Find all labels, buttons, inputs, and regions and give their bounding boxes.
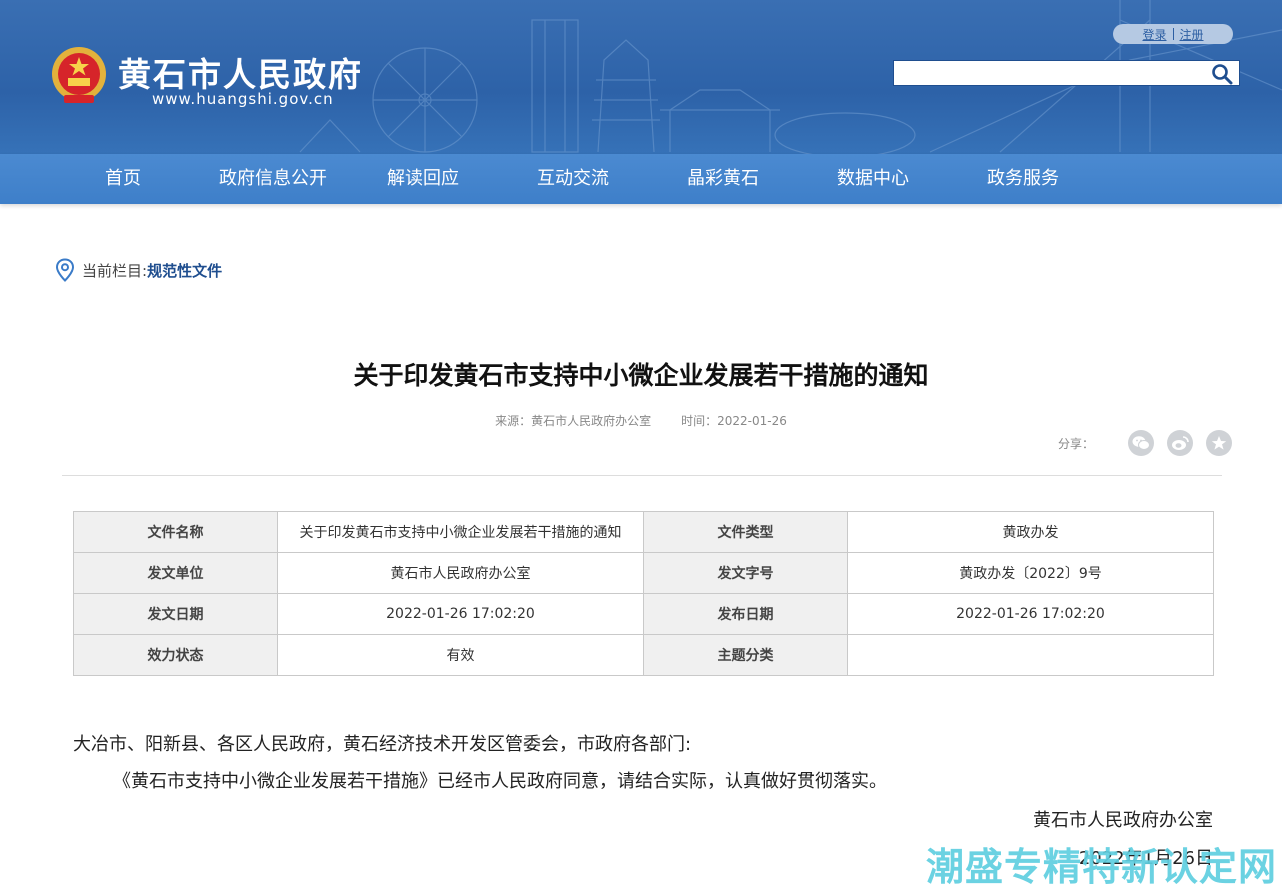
- nav-item-data-center[interactable]: 数据中心: [837, 154, 909, 204]
- table-key-cell: 发文单位: [73, 552, 278, 594]
- nav-item-services[interactable]: 政务服务: [987, 154, 1059, 204]
- document-info-table: 文件名称 关于印发黄石市支持中小微企业发展若干措施的通知 文件类型 黄政办发 发…: [73, 511, 1214, 676]
- article-title: 关于印发黄石市支持中小微企业发展若干措施的通知: [353, 361, 929, 390]
- table-key-cell: 发文日期: [73, 593, 278, 635]
- nav-item-huangshi[interactable]: 晶彩黄石: [687, 154, 759, 204]
- watermark: 潮盛专精特新认定网: [926, 845, 1278, 889]
- table-value-cell: 有效: [277, 634, 644, 676]
- favorite-star-icon: [1211, 436, 1227, 450]
- search-box: [893, 60, 1240, 86]
- location-pin-icon: [55, 258, 75, 282]
- auth-divider: [1172, 28, 1174, 40]
- table-key-cell: 主题分类: [643, 634, 848, 676]
- national-emblem-logo: [52, 47, 106, 103]
- table-value-cell: 2022-01-26 17:02:20: [277, 593, 644, 635]
- body-paragraph: 《黄石市支持中小微企业发展若干措施》已经市人民政府同意，请结合实际，认真做好贯彻…: [113, 771, 887, 792]
- site-title[interactable]: 黄石市人民政府: [118, 48, 363, 96]
- weibo-share-button[interactable]: [1167, 430, 1194, 456]
- article-source: 来源：黄石市人民政府办公室: [495, 414, 652, 428]
- table-key-cell: 发布日期: [643, 593, 848, 635]
- auth-links: 登录 注册: [1113, 24, 1233, 44]
- table-value-cell: 关于印发黄石市支持中小微企业发展若干措施的通知: [277, 511, 644, 553]
- table-value-cell: 黄政办发: [847, 511, 1214, 553]
- table-value-cell: 黄政办发〔2022〕9号: [847, 552, 1214, 594]
- breadcrumb-current[interactable]: 规范性文件: [147, 260, 222, 281]
- table-key-cell: 效力状态: [73, 634, 278, 676]
- nav-item-interaction[interactable]: 互动交流: [537, 154, 609, 204]
- header-divider: [62, 475, 1222, 476]
- search-icon[interactable]: [1211, 63, 1233, 85]
- table-value-cell: [847, 634, 1214, 676]
- search-input[interactable]: [894, 61, 1204, 85]
- site-url: www.huangshi.gov.cn: [152, 90, 334, 108]
- nav-item-interpretation[interactable]: 解读回应: [387, 154, 459, 204]
- breadcrumb: 当前栏目: 规范性文件: [55, 257, 222, 283]
- table-row: 发文日期 2022-01-26 17:02:20 发布日期 2022-01-26…: [73, 593, 1214, 635]
- article-meta: 来源：黄石市人民政府办公室 时间：2022-01-26: [0, 412, 1282, 429]
- article-time: 时间：2022-01-26: [681, 414, 787, 428]
- login-link[interactable]: 登录: [1142, 26, 1166, 43]
- share-label: 分享：: [1058, 436, 1095, 451]
- signature-org: 黄石市人民政府办公室: [1033, 810, 1213, 831]
- table-value-cell: 2022-01-26 17:02:20: [847, 593, 1214, 635]
- table-key-cell: 文件名称: [73, 511, 278, 553]
- nav-item-gov-info[interactable]: 政府信息公开: [219, 154, 327, 204]
- table-row: 文件名称 关于印发黄石市支持中小微企业发展若干措施的通知 文件类型 黄政办发: [73, 511, 1214, 553]
- wechat-share-button[interactable]: [1128, 430, 1155, 456]
- share-bar: 分享：: [1058, 430, 1233, 456]
- site-header: 黄石市人民政府 www.huangshi.gov.cn 登录 注册: [0, 0, 1282, 154]
- salutation: 大冶市、阳新县、各区人民政府，黄石经济技术开发区管委会，市政府各部门:: [73, 734, 692, 755]
- nav-item-home[interactable]: 首页: [105, 154, 141, 204]
- table-row: 效力状态 有效 主题分类: [73, 634, 1214, 676]
- table-key-cell: 文件类型: [643, 511, 848, 553]
- table-row: 发文单位 黄石市人民政府办公室 发文字号 黄政办发〔2022〕9号: [73, 552, 1214, 594]
- wechat-icon: [1132, 436, 1151, 450]
- register-link[interactable]: 注册: [1180, 26, 1204, 43]
- main-nav: 首页 政府信息公开 解读回应 互动交流 晶彩黄石 数据中心 政务服务: [0, 154, 1282, 204]
- weibo-icon: [1172, 436, 1189, 450]
- table-key-cell: 发文字号: [643, 552, 848, 594]
- table-value-cell: 黄石市人民政府办公室: [277, 552, 644, 594]
- breadcrumb-prefix: 当前栏目:: [82, 261, 148, 280]
- favorite-share-button[interactable]: [1206, 430, 1233, 456]
